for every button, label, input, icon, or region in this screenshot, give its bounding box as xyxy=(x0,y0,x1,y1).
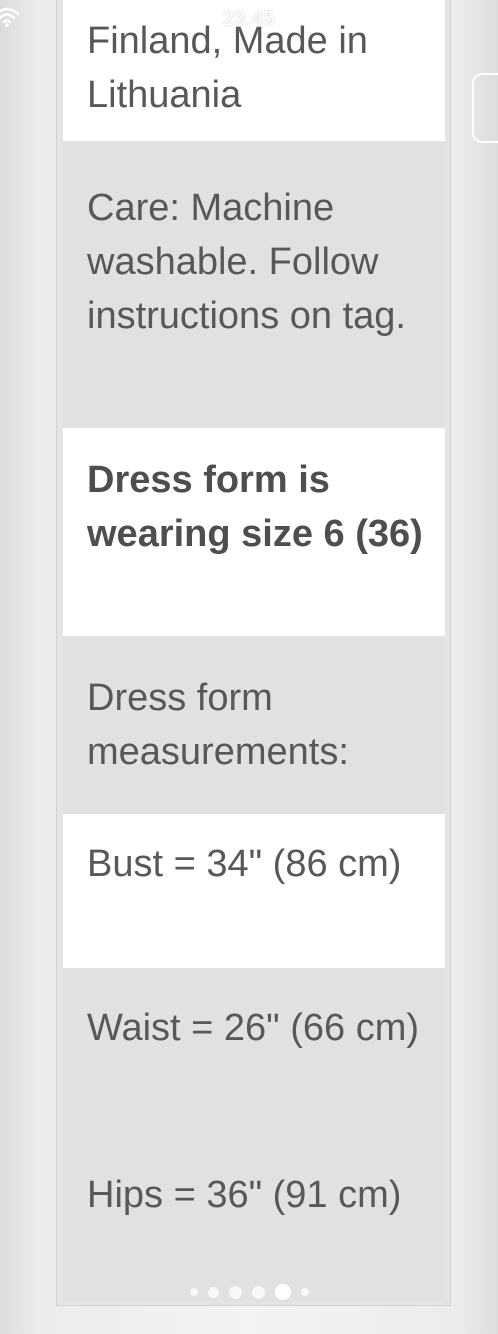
spec-waist-text: Waist = 26" (66 cm) xyxy=(87,1007,419,1049)
spec-care: Care: Machine washable. Follow instructi… xyxy=(63,141,445,428)
pager-dot[interactable] xyxy=(251,1285,265,1299)
spec-dress-form-size-text: Dress form is wearing size 6 (36) xyxy=(87,459,423,555)
wifi-icon xyxy=(0,7,20,27)
pager-dot[interactable] xyxy=(189,1288,198,1296)
spec-dress-form-size: Dress form is wearing size 6 (36) xyxy=(63,428,445,636)
spec-measurements-heading: Dress form measurements: xyxy=(63,636,445,814)
spec-hips-text: Hips = 36" (91 cm) xyxy=(87,1174,402,1216)
image-pager xyxy=(0,1284,498,1300)
spec-waist: Waist = 26" (66 cm) xyxy=(63,968,445,1146)
pager-dot-active[interactable] xyxy=(274,1284,291,1300)
status-time: 23.45 xyxy=(222,8,276,30)
spec-care-text: Care: Machine washable. Follow instructi… xyxy=(87,187,406,337)
pager-dot[interactable] xyxy=(300,1288,309,1296)
pager-dot[interactable] xyxy=(207,1286,219,1298)
product-specs-panel: Finland, Made in Lithuania Care: Machine… xyxy=(57,0,450,1305)
side-panel-button[interactable] xyxy=(472,73,498,143)
spec-bust: Bust = 34" (86 cm) xyxy=(63,814,445,968)
spec-measurements-heading-text: Dress form measurements: xyxy=(87,677,349,773)
spec-hips: Hips = 36" (91 cm) xyxy=(63,1146,445,1301)
pager-dot[interactable] xyxy=(228,1285,242,1299)
spec-bust-text: Bust = 34" (86 cm) xyxy=(87,843,402,885)
